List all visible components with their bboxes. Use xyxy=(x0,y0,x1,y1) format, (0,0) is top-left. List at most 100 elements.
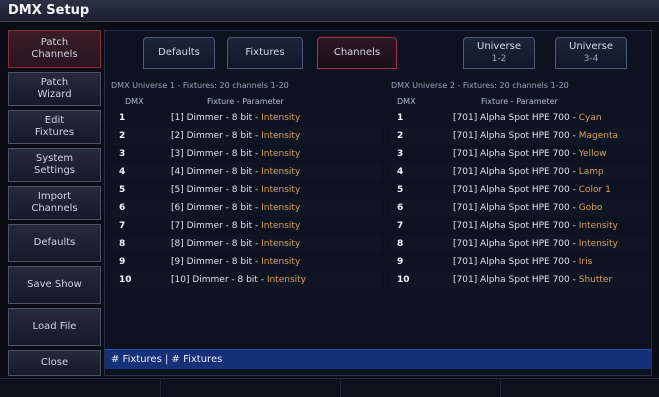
column-headers: DMX Fixture - Parameter xyxy=(391,95,649,109)
fixture-name: [9] Dimmer - 8 bit - xyxy=(171,257,262,267)
parameter-name: Intensity xyxy=(578,239,618,249)
table-row[interactable]: 5 [5] Dimmer - 8 bit - Intensity xyxy=(111,181,381,199)
table-row[interactable]: 3 [701] Alpha Spot HPE 700 - Yellow xyxy=(391,145,649,163)
universe-2-header: DMX Universe 2 - Fixtures: 20 channels 1… xyxy=(391,81,569,90)
sidebar-item-patch-channels[interactable]: Patch Channels xyxy=(8,30,101,68)
fixture-name: [1] Dimmer - 8 bit - xyxy=(171,113,262,123)
dmx-channel-cell: 9 xyxy=(397,257,404,267)
tab-universe-3-4[interactable]: Universe 3-4 xyxy=(555,37,627,69)
tab-channels[interactable]: Channels xyxy=(317,37,397,69)
status-bar: # Fixtures | # Fixtures xyxy=(105,349,651,369)
sidebar-item-save-show[interactable]: Save Show xyxy=(8,266,101,304)
parameter-name: Lamp xyxy=(578,167,604,177)
fixture-name: [4] Dimmer - 8 bit - xyxy=(171,167,262,177)
universe-1-header: DMX Universe 1 - Fixtures: 20 channels 1… xyxy=(111,81,289,90)
fixture-name: [5] Dimmer - 8 bit - xyxy=(171,185,262,195)
fixture-name: [701] Alpha Spot HPE 700 - xyxy=(453,257,579,267)
dmx-channel-cell: 5 xyxy=(119,185,126,195)
tab-bar: Defaults Fixtures Channels Universe 1-2 … xyxy=(105,31,651,75)
fixture-name: [701] Alpha Spot HPE 700 - xyxy=(453,239,579,249)
table-row[interactable]: 6 [701] Alpha Spot HPE 700 - Gobo xyxy=(391,199,649,217)
sidebar-item-system-settings[interactable]: System Settings xyxy=(8,148,101,182)
main-panel: Defaults Fixtures Channels Universe 1-2 … xyxy=(104,30,652,376)
sidebar: Patch Channels Patch Wizard Edit Fixture… xyxy=(8,30,101,376)
fixture-name: [2] Dimmer - 8 bit - xyxy=(171,131,262,141)
tab-label: Universe xyxy=(477,41,521,52)
sidebar-item-close[interactable]: Close xyxy=(8,350,101,376)
fixture-name: [701] Alpha Spot HPE 700 - xyxy=(453,113,579,123)
parameter-name: Yellow xyxy=(578,149,607,159)
table-row[interactable]: 10 [701] Alpha Spot HPE 700 - Shutter xyxy=(391,271,649,289)
tab-fixtures[interactable]: Fixtures xyxy=(227,37,303,69)
tab-label: Fixtures xyxy=(245,47,285,58)
fixture-name: [6] Dimmer - 8 bit - xyxy=(171,203,262,213)
table-row[interactable]: 10 [10] Dimmer - 8 bit - Intensity xyxy=(111,271,381,289)
column-fixture-parameter: Fixture - Parameter xyxy=(207,97,284,106)
tab-label: Universe xyxy=(569,41,613,52)
dmx-channel-cell: 4 xyxy=(397,167,404,177)
table-row[interactable]: 6 [6] Dimmer - 8 bit - Intensity xyxy=(111,199,381,217)
fixture-parameter-cell: [701] Alpha Spot HPE 700 - Iris xyxy=(453,253,647,271)
fixture-name: [701] Alpha Spot HPE 700 - xyxy=(453,221,579,231)
table-row[interactable]: 9 [701] Alpha Spot HPE 700 - Iris xyxy=(391,253,649,271)
parameter-name: Intensity xyxy=(261,257,301,267)
table-row[interactable]: 4 [4] Dimmer - 8 bit - Intensity xyxy=(111,163,381,181)
sidebar-item-label: Save Show xyxy=(27,279,82,290)
parameter-name: Intensity xyxy=(261,113,301,123)
table-row[interactable]: 1 [1] Dimmer - 8 bit - Intensity xyxy=(111,109,381,127)
universe-2-rows: 1 [701] Alpha Spot HPE 700 - Cyan 2 [701] A… xyxy=(391,109,649,289)
parameter-name: Intensity xyxy=(261,167,301,177)
dmx-channel-cell: 7 xyxy=(397,221,404,231)
dmx-channel-cell: 1 xyxy=(397,113,404,123)
fixture-parameter-cell: [8] Dimmer - 8 bit - Intensity xyxy=(171,235,379,253)
dmx-channel-cell: 9 xyxy=(119,257,126,267)
tab-defaults[interactable]: Defaults xyxy=(143,37,215,69)
dmx-channel-cell: 5 xyxy=(397,185,404,195)
dmx-channel-cell: 4 xyxy=(119,167,126,177)
fixture-parameter-cell: [2] Dimmer - 8 bit - Intensity xyxy=(171,127,379,145)
table-row[interactable]: 2 [701] Alpha Spot HPE 700 - Magenta xyxy=(391,127,649,145)
bottom-bar-segment xyxy=(160,379,341,397)
dmx-channel-cell: 6 xyxy=(397,203,404,213)
table-row[interactable]: 7 [701] Alpha Spot HPE 700 - Intensity xyxy=(391,217,649,235)
parameter-name: Intensity xyxy=(261,131,301,141)
dmx-channel-cell: 6 xyxy=(119,203,126,213)
sidebar-item-patch-wizard[interactable]: Patch Wizard xyxy=(8,72,101,106)
table-row[interactable]: 8 [8] Dimmer - 8 bit - Intensity xyxy=(111,235,381,253)
tab-universe-1-2[interactable]: Universe 1-2 xyxy=(463,37,535,69)
fixture-parameter-cell: [701] Alpha Spot HPE 700 - Gobo xyxy=(453,199,647,217)
table-row[interactable]: 5 [701] Alpha Spot HPE 700 - Color 1 xyxy=(391,181,649,199)
sidebar-item-label: Patch Wizard xyxy=(37,77,72,100)
table-row[interactable]: 9 [9] Dimmer - 8 bit - Intensity xyxy=(111,253,381,271)
table-row[interactable]: 4 [701] Alpha Spot HPE 700 - Lamp xyxy=(391,163,649,181)
fixture-parameter-cell: [4] Dimmer - 8 bit - Intensity xyxy=(171,163,379,181)
fixture-name: [701] Alpha Spot HPE 700 - xyxy=(453,185,579,195)
parameter-name: Gobo xyxy=(578,203,603,213)
table-row[interactable]: 1 [701] Alpha Spot HPE 700 - Cyan xyxy=(391,109,649,127)
fixture-name: [10] Dimmer - 8 bit - xyxy=(171,275,267,285)
fixture-parameter-cell: [6] Dimmer - 8 bit - Intensity xyxy=(171,199,379,217)
fixture-parameter-cell: [701] Alpha Spot HPE 700 - Lamp xyxy=(453,163,647,181)
sidebar-item-import-channels[interactable]: Import Channels xyxy=(8,186,101,220)
dmx-channel-cell: 2 xyxy=(397,131,404,141)
sidebar-item-defaults[interactable]: Defaults xyxy=(8,224,101,262)
sidebar-item-label: System Settings xyxy=(33,153,75,176)
table-row[interactable]: 7 [7] Dimmer - 8 bit - Intensity xyxy=(111,217,381,235)
table-row[interactable]: 2 [2] Dimmer - 8 bit - Intensity xyxy=(111,127,381,145)
universe-1-table: DMX Universe 1 - Fixtures: 20 channels 1… xyxy=(111,81,381,289)
fixture-name: [7] Dimmer - 8 bit - xyxy=(171,221,262,231)
dmx-channel-cell: 7 xyxy=(119,221,126,231)
sidebar-item-label: Patch Channels xyxy=(31,37,78,60)
table-row[interactable]: 8 [701] Alpha Spot HPE 700 - Intensity xyxy=(391,235,649,253)
dmx-channel-cell: 3 xyxy=(119,149,126,159)
fixture-name: [701] Alpha Spot HPE 700 - xyxy=(453,149,579,159)
sidebar-item-load-file[interactable]: Load File xyxy=(8,308,101,346)
table-row[interactable]: 3 [3] Dimmer - 8 bit - Intensity xyxy=(111,145,381,163)
bottom-bar-segment xyxy=(340,379,501,397)
universe-1-rows: 1 [1] Dimmer - 8 bit - Intensity 2 [2] Dimm… xyxy=(111,109,381,289)
column-dmx: DMX xyxy=(125,97,144,106)
dmx-channel-cell: 3 xyxy=(397,149,404,159)
fixture-name: [8] Dimmer - 8 bit - xyxy=(171,239,262,249)
parameter-name: Intensity xyxy=(266,275,306,285)
sidebar-item-edit-fixtures[interactable]: Edit Fixtures xyxy=(8,110,101,144)
